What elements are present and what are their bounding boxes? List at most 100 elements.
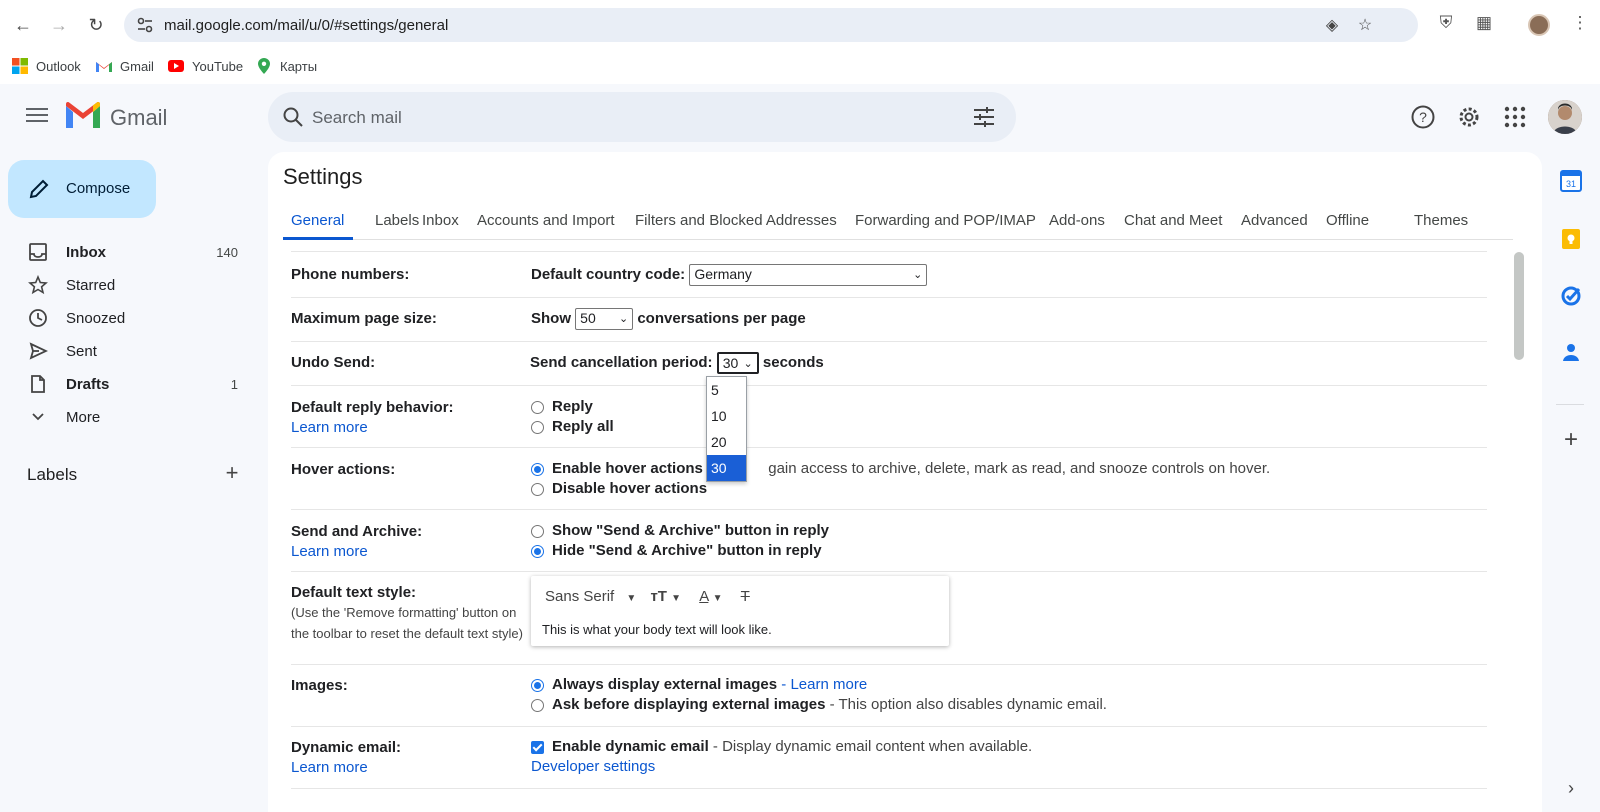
app-name: Gmail xyxy=(110,105,168,130)
caret-down-icon[interactable]: ▼ xyxy=(626,593,636,604)
text-color-icon[interactable]: A xyxy=(699,588,708,605)
search-icon[interactable] xyxy=(282,106,304,128)
row-body: Reply Reply all xyxy=(531,398,1431,442)
bookmark-maps[interactable]: Карты xyxy=(256,56,317,76)
address-bar[interactable]: mail.google.com/mail/u/0/#settings/gener… xyxy=(124,8,1418,42)
bookmark-youtube[interactable]: YouTube xyxy=(168,56,243,76)
tab-advanced[interactable]: Advanced xyxy=(1241,212,1308,229)
sidebar-item-inbox[interactable]: Inbox 140 xyxy=(0,236,256,268)
compose-button[interactable]: Compose xyxy=(8,160,156,218)
caret-down-icon[interactable]: ▼ xyxy=(713,593,723,604)
tab-offline[interactable]: Offline xyxy=(1326,212,1369,229)
tab-filters[interactable]: Filters and Blocked Addresses xyxy=(635,212,837,229)
reload-icon[interactable]: ↻ xyxy=(82,11,110,39)
caret-down-icon[interactable]: ▼ xyxy=(671,593,681,604)
sidebar-item-starred[interactable]: Starred xyxy=(0,269,256,301)
page-size-select[interactable]: 50 ⌄ xyxy=(575,308,634,330)
dropdown-option[interactable]: 10 xyxy=(707,403,746,429)
scrollbar[interactable] xyxy=(1514,252,1524,360)
sidebar-item-sent[interactable]: Sent xyxy=(0,335,256,367)
learn-more-link[interactable]: Learn more xyxy=(291,757,368,778)
learn-more-link[interactable]: Learn more xyxy=(790,676,867,693)
extensions-icon[interactable]: ▦ xyxy=(1472,13,1496,37)
text-style-note-2: the toolbar to reset the default text st… xyxy=(291,626,523,641)
bookmark-outlook[interactable]: Outlook xyxy=(12,56,81,76)
svg-text:31: 31 xyxy=(1566,179,1576,189)
main-menu-icon[interactable] xyxy=(24,104,50,128)
search-bar[interactable]: Search mail xyxy=(268,92,1016,142)
shield-icon[interactable]: ⛨ xyxy=(1434,13,1458,37)
contacts-icon[interactable] xyxy=(1560,341,1582,363)
tab-forwarding[interactable]: Forwarding and POP/IMAP xyxy=(855,212,1036,229)
chevron-right-icon[interactable]: › xyxy=(1560,778,1582,800)
keep-icon[interactable] xyxy=(1560,228,1582,250)
tab-inbox[interactable]: Inbox xyxy=(422,212,459,229)
developer-settings-link[interactable]: Developer settings xyxy=(531,758,655,775)
reply-all-radio[interactable] xyxy=(531,420,544,434)
calendar-icon[interactable]: 31 xyxy=(1560,170,1582,192)
ask-before-radio[interactable] xyxy=(531,698,544,712)
site-settings-icon[interactable] xyxy=(136,16,154,34)
show-send-archive-radio[interactable] xyxy=(531,524,544,538)
profile-avatar[interactable] xyxy=(1528,14,1550,36)
tab-addons[interactable]: Add-ons xyxy=(1049,212,1105,229)
ask-before-option[interactable]: Ask before displaying external images - … xyxy=(531,696,1107,713)
remove-formatting-icon[interactable]: T xyxy=(741,588,750,605)
tab-labels[interactable]: Labels xyxy=(375,212,419,229)
tab-chat-meet[interactable]: Chat and Meet xyxy=(1124,212,1222,229)
menu-dots-icon[interactable]: ⋮ xyxy=(1568,13,1592,37)
add-label-icon[interactable]: + xyxy=(222,462,242,484)
back-icon[interactable]: ← xyxy=(9,11,37,39)
tab-general[interactable]: General xyxy=(291,212,344,229)
row-reply-behavior: Default reply behavior: Learn more Reply… xyxy=(291,386,1487,448)
bookmark-gmail[interactable]: Gmail xyxy=(96,56,154,76)
apps-grid-icon[interactable] xyxy=(1502,104,1528,130)
enable-dynamic-option[interactable]: Enable dynamic email - Display dynamic e… xyxy=(531,738,1032,755)
forward-icon[interactable]: → xyxy=(45,11,73,39)
undo-send-select[interactable]: 30 ⌄ xyxy=(716,352,759,374)
account-avatar[interactable] xyxy=(1548,100,1582,134)
font-family-select[interactable]: Sans Serif xyxy=(545,588,614,605)
always-display-radio[interactable] xyxy=(531,678,544,692)
dynamic-email-checkbox[interactable] xyxy=(531,740,544,754)
reply-option[interactable]: Reply xyxy=(531,398,593,415)
help-icon[interactable]: ? xyxy=(1410,104,1436,130)
add-addon-icon[interactable]: + xyxy=(1560,428,1582,452)
dropdown-option[interactable]: 5 xyxy=(707,377,746,403)
search-input[interactable]: Search mail xyxy=(312,108,402,128)
learn-more-link[interactable]: Learn more xyxy=(291,417,368,438)
formatting-toolbar: Sans Serif ▼ ᴛT ▼ A ▼ T xyxy=(545,588,750,605)
hide-send-archive-option[interactable]: Hide "Send & Archive" button in reply xyxy=(531,542,822,559)
row-body: Show "Send & Archive" button in reply Hi… xyxy=(531,522,1431,566)
hide-send-archive-radio[interactable] xyxy=(531,544,544,558)
country-code-select[interactable]: Germany ⌄ xyxy=(689,264,928,286)
bookmark-label: Gmail xyxy=(120,58,154,74)
reply-radio[interactable] xyxy=(531,400,544,414)
maps-pin-icon xyxy=(258,58,270,74)
enable-hover-radio[interactable] xyxy=(531,462,544,476)
disable-hover-option[interactable]: Disable hover actions xyxy=(531,480,707,497)
bookmarks-bar: Outlook Gmail YouTube Карты xyxy=(0,50,1600,84)
enable-hover-option[interactable]: Enable hover actions - gain access to ar… xyxy=(531,460,1270,477)
tasks-icon[interactable] xyxy=(1560,285,1582,307)
chevron-down-icon: ⌄ xyxy=(743,358,753,370)
option-label: Reply xyxy=(552,398,593,415)
lens-icon[interactable]: ◈ xyxy=(1322,15,1342,35)
dropdown-option-selected[interactable]: 30 xyxy=(707,455,746,481)
sidebar-item-more[interactable]: More xyxy=(0,401,256,433)
sidebar-item-drafts[interactable]: Drafts 1 xyxy=(0,368,256,400)
show-send-archive-option[interactable]: Show "Send & Archive" button in reply xyxy=(531,522,829,539)
learn-more-link[interactable]: Learn more xyxy=(291,541,368,562)
always-display-option[interactable]: Always display external images - Learn m… xyxy=(531,676,867,693)
search-options-icon[interactable] xyxy=(972,106,996,128)
dropdown-option[interactable]: 20 xyxy=(707,429,746,455)
gear-icon[interactable] xyxy=(1456,104,1482,130)
disable-hover-radio[interactable] xyxy=(531,482,544,496)
tab-accounts[interactable]: Accounts and Import xyxy=(477,212,615,229)
reply-all-option[interactable]: Reply all xyxy=(531,418,614,435)
font-size-icon[interactable]: ᴛT xyxy=(650,588,667,605)
bookmark-star-icon[interactable]: ☆ xyxy=(1355,15,1375,35)
tab-themes[interactable]: Themes xyxy=(1414,212,1468,229)
text-style-editor[interactable]: Sans Serif ▼ ᴛT ▼ A ▼ T This is what you… xyxy=(531,576,949,646)
sidebar-item-snoozed[interactable]: Snoozed xyxy=(0,302,256,334)
